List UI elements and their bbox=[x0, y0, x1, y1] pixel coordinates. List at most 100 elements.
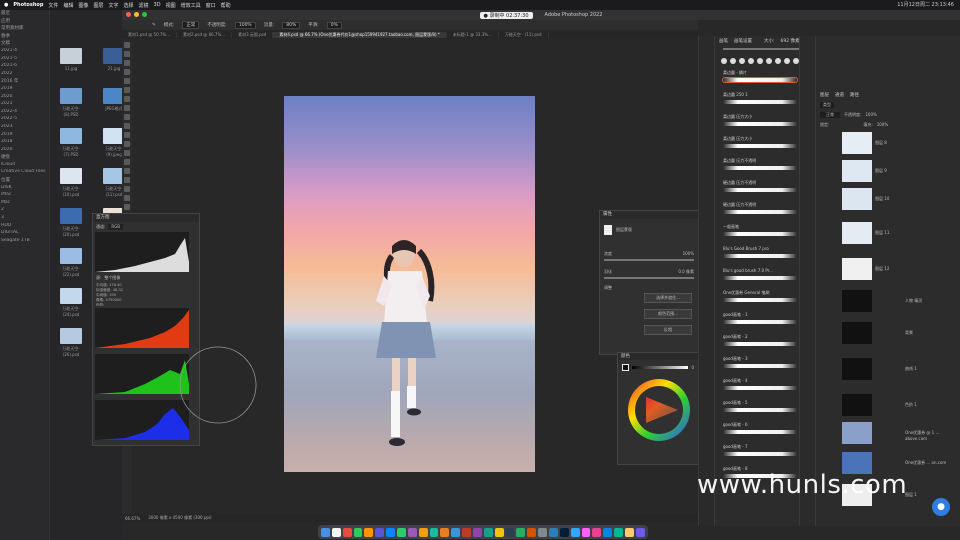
finder-sidebar-item[interactable]: 硬盘 bbox=[0, 154, 49, 162]
brush-preset-label[interactable]: good画笔 - 7 bbox=[723, 444, 803, 450]
document-canvas-photo[interactable] bbox=[284, 96, 535, 472]
file-thumbnail[interactable] bbox=[60, 88, 82, 104]
finder-sidebar-item[interactable]: 2021 bbox=[0, 101, 49, 109]
tab-doc-4[interactable]: 素材4.psd @ 66.7% (One优惠卷代价1@shop159941927… bbox=[273, 31, 447, 38]
dock-app-icon[interactable] bbox=[407, 527, 417, 537]
menu-help[interactable]: 帮助 bbox=[221, 2, 231, 9]
recording-indicator[interactable]: ● 录制中 02:37:30 bbox=[479, 11, 533, 19]
brush-preset-icon[interactable] bbox=[748, 58, 754, 64]
dock-app-icon[interactable] bbox=[559, 527, 569, 537]
brush-stroke-preview[interactable] bbox=[723, 254, 797, 258]
tool-icon[interactable] bbox=[124, 186, 130, 192]
dock-app-icon[interactable] bbox=[614, 527, 624, 537]
brush-preset-label[interactable]: Blu's Good Brush 7 pro bbox=[723, 246, 803, 251]
finder-sidebar-item[interactable]: 文稿 bbox=[0, 40, 49, 48]
finder-sidebar-item[interactable]: 2018 bbox=[0, 139, 49, 147]
finder-sidebar-item[interactable]: 2019 bbox=[0, 86, 49, 94]
finder-sidebar-item[interactable]: 3 bbox=[0, 215, 49, 223]
brush-stroke-preview[interactable] bbox=[723, 188, 797, 192]
flow-input[interactable]: 80% bbox=[282, 21, 301, 29]
brush-preset-icon[interactable] bbox=[721, 58, 727, 64]
brush-preset-icon[interactable] bbox=[775, 58, 781, 64]
layer-thumbnail[interactable] bbox=[842, 132, 872, 154]
menu-3d[interactable]: 3D bbox=[154, 2, 161, 8]
dock-app-icon[interactable] bbox=[429, 527, 439, 537]
opacity-input[interactable]: 100% bbox=[234, 21, 256, 29]
finder-sidebar-item[interactable]: 2023 bbox=[0, 124, 49, 132]
dock-app-icon[interactable] bbox=[342, 527, 352, 537]
brush-stroke-preview[interactable] bbox=[723, 276, 797, 280]
dock-app-icon[interactable] bbox=[581, 527, 591, 537]
dock-app-icon[interactable] bbox=[462, 527, 472, 537]
layer-name[interactable]: 曲线 1 bbox=[905, 366, 917, 372]
layer-thumbnail[interactable] bbox=[842, 188, 872, 210]
finder-sidebar-item[interactable]: 2 bbox=[0, 207, 49, 215]
file-thumbnail[interactable] bbox=[60, 288, 82, 304]
dock-app-icon[interactable] bbox=[418, 527, 428, 537]
finder-sidebar-item[interactable]: 2022 bbox=[0, 71, 49, 79]
invert-button[interactable]: 反相 bbox=[644, 325, 692, 335]
dock-app-icon[interactable] bbox=[386, 527, 396, 537]
brush-preset-label[interactable]: Blu's good brush 7.0 Pr... bbox=[723, 268, 803, 273]
brush-stroke-preview[interactable] bbox=[723, 342, 797, 346]
brush-preset-icon[interactable] bbox=[739, 58, 745, 64]
brush-tool-icon[interactable]: ✎ bbox=[152, 23, 156, 28]
tool-icon[interactable] bbox=[124, 177, 130, 183]
app-menu[interactable]: Photoshop bbox=[13, 2, 43, 8]
brush-stroke-preview[interactable] bbox=[723, 122, 797, 126]
brush-stroke-preview[interactable] bbox=[723, 144, 797, 148]
menu-plugins[interactable]: 增效工具 bbox=[181, 2, 201, 9]
finder-sidebar-item[interactable]: 春季 bbox=[0, 33, 49, 41]
finder-sidebar-item[interactable]: 2021-6 bbox=[0, 63, 49, 71]
menu-view[interactable]: 视图 bbox=[166, 2, 176, 9]
layer-name[interactable]: One优惠券 ... on.com bbox=[905, 460, 946, 466]
mode-select[interactable]: 正常 bbox=[182, 21, 200, 29]
tool-icon[interactable] bbox=[124, 87, 130, 93]
layer-thumbnail[interactable] bbox=[842, 258, 872, 280]
brush-stroke-preview[interactable] bbox=[723, 232, 797, 236]
dock-app-icon[interactable] bbox=[592, 527, 602, 537]
tool-icon[interactable] bbox=[124, 51, 130, 57]
tab-doc-5[interactable]: 未标题-1 @ 33.3%... bbox=[447, 31, 499, 38]
close-button[interactable] bbox=[126, 12, 131, 17]
tool-icon[interactable] bbox=[124, 141, 130, 147]
brush-preset-label[interactable]: 柔边圆 250 1 bbox=[723, 92, 803, 98]
brush-preset-label[interactable]: good画笔 - 6 bbox=[723, 422, 803, 428]
tab-layers[interactable]: 图层 bbox=[820, 92, 829, 98]
brush-preset-label[interactable]: good画笔 - 1 bbox=[723, 312, 803, 318]
finder-sidebar-item[interactable]: 应用 bbox=[0, 18, 49, 26]
dock-app-icon[interactable] bbox=[397, 527, 406, 537]
finder-sidebar-item[interactable]: 常用素材库 bbox=[0, 25, 49, 33]
brush-preset-label[interactable]: 柔边圆 压力大小 bbox=[723, 114, 803, 120]
layer-name[interactable]: 人物 精灵 bbox=[905, 298, 922, 304]
finder-sidebar-item[interactable]: DIGITAL bbox=[0, 230, 49, 238]
finder-sidebar-item[interactable]: 2021-4 bbox=[0, 48, 49, 56]
dock-app-icon[interactable] bbox=[473, 527, 482, 537]
finder-sidebar-item[interactable]: 2022-5 bbox=[0, 116, 49, 124]
brush-preset-label[interactable]: good画笔 - 4 bbox=[723, 378, 803, 384]
brush-preset-label[interactable]: 硬边圆 压力不透明 bbox=[723, 180, 803, 186]
dock-app-icon[interactable] bbox=[549, 527, 558, 537]
tool-icon[interactable] bbox=[124, 159, 130, 165]
color-slider[interactable] bbox=[632, 366, 689, 369]
foreground-swatch[interactable] bbox=[622, 364, 629, 371]
layer-name[interactable]: 图层 11 bbox=[875, 230, 889, 236]
dock-app-icon[interactable] bbox=[321, 527, 330, 537]
tab-doc-6[interactable]: 万能天空 - (11).psd bbox=[499, 31, 549, 38]
feather-value[interactable]: 0.0 像素 bbox=[678, 269, 694, 275]
tab-paths[interactable]: 路径 bbox=[850, 92, 859, 98]
tab-doc-1[interactable]: 素材1.psd @ 50.7%... bbox=[122, 31, 178, 38]
dock-app-icon[interactable] bbox=[331, 527, 341, 537]
fill-value[interactable]: 100% bbox=[877, 122, 888, 128]
tool-icon[interactable] bbox=[124, 60, 130, 66]
finder-sidebar-item[interactable]: 2020 bbox=[0, 94, 49, 102]
select-and-mask-button[interactable]: 选择并遮住... bbox=[644, 293, 692, 303]
finder-sidebar-item[interactable]: Creative Cloud Files bbox=[0, 169, 49, 177]
dock-app-icon[interactable] bbox=[625, 527, 634, 537]
color-value[interactable]: 0 bbox=[691, 365, 694, 370]
dock-app-icon[interactable] bbox=[494, 527, 504, 537]
menu-type[interactable]: 文字 bbox=[108, 2, 118, 9]
file-thumbnail[interactable] bbox=[60, 128, 82, 144]
brush-stroke-preview[interactable] bbox=[723, 386, 797, 390]
tab-doc-2[interactable]: 素材2.psd @ 66.7%... bbox=[177, 31, 233, 38]
